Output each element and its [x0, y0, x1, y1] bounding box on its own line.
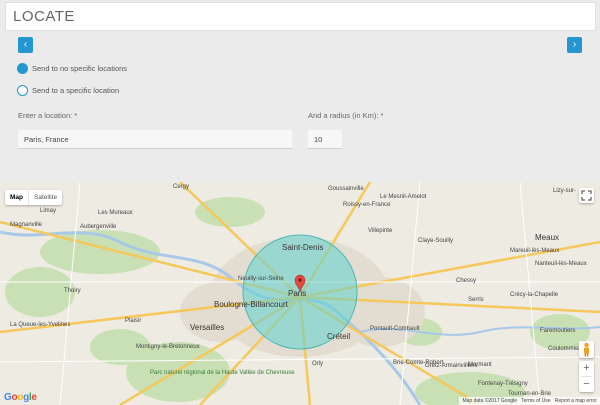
- zoom-out-button[interactable]: −: [579, 377, 594, 392]
- map-place-label: Les Mureaux: [98, 210, 133, 216]
- map-place-label: Boulogne-Billancourt: [214, 300, 288, 309]
- pegman-icon: [584, 342, 589, 357]
- map-place-label: Versailles: [190, 323, 225, 332]
- map-place-label: Pontault-Combault: [370, 326, 420, 332]
- google-logo: Google: [4, 392, 37, 403]
- map-place-label: Fontenay-Trésigny: [478, 381, 528, 387]
- radius-input[interactable]: 10: [308, 130, 342, 149]
- map-place-label: Roissy-en-France: [343, 202, 391, 208]
- map-place-label: Mormant: [468, 362, 492, 368]
- fullscreen-icon: [581, 190, 592, 201]
- map-place-label: Neuilly-sur-Seine: [238, 276, 284, 282]
- map-place-label: La Queue-les-Yvelines: [10, 322, 71, 328]
- radio-no-location-label: Send to no specific locations: [32, 64, 128, 73]
- map-place-label: Saint-Denis: [282, 243, 324, 252]
- location-input[interactable]: Paris, France: [18, 130, 292, 149]
- map-place-label: Plaisir: [125, 318, 142, 324]
- map-place-label: Faremoutiers: [540, 328, 576, 334]
- page-header: LOCATE: [5, 2, 596, 31]
- map-type-map-button[interactable]: Map: [5, 190, 28, 205]
- map-place-label: Thoiry: [64, 288, 81, 294]
- map-place-label: Nanteuil-lès-Meaux: [535, 261, 587, 267]
- map-place-label: Lizy-sur-: [553, 188, 577, 194]
- zoom-in-button[interactable]: +: [579, 361, 594, 376]
- map-place-label: Serris: [468, 297, 484, 303]
- map-place-label: Orly: [312, 361, 323, 367]
- map-place-label: Le Mesnil-Amelot: [380, 194, 427, 200]
- map-place-label: Chessy: [456, 278, 477, 284]
- park-label: Parc naturel régional de la Haute Vallée…: [150, 370, 295, 376]
- map-place-label: Magnanville: [10, 222, 43, 228]
- map-place-label: Mareuil-lès-Meaux: [510, 248, 560, 254]
- street-view-button[interactable]: [579, 341, 594, 358]
- next-button[interactable]: ›: [567, 37, 582, 53]
- map-data-attribution: Map data ©2017 Google: [462, 398, 518, 404]
- map-footer: Map data ©2017 Google Terms of Use Repor…: [459, 397, 600, 405]
- radius-label: And a radius (in Km): *: [308, 111, 384, 120]
- fullscreen-button[interactable]: [579, 188, 594, 203]
- map-place-label: Créteil: [327, 332, 351, 341]
- map-place-label: Meaux: [535, 233, 560, 242]
- map-place-label: Claye-Souilly: [418, 238, 454, 244]
- radio-specific-location-label: Send to a specific location: [32, 86, 120, 95]
- zoom-control: + −: [579, 361, 594, 392]
- location-label: Enter a location: *: [18, 111, 78, 120]
- map-type-control: Map Satellite: [5, 190, 63, 205]
- map-place-label: Paris: [288, 289, 307, 298]
- map-place-label: Limay: [40, 208, 57, 214]
- radio-no-location[interactable]: [17, 63, 28, 74]
- radio-specific-location[interactable]: [17, 85, 28, 96]
- page-title: LOCATE: [13, 8, 75, 25]
- terms-link[interactable]: Terms of Use: [521, 398, 550, 404]
- map-type-satellite-button[interactable]: Satellite: [28, 190, 62, 205]
- map-place-label: Villepinte: [368, 228, 393, 234]
- map-place-label: Aubergenville: [80, 224, 117, 230]
- map-place-label: Crécy-la-Chapelle: [510, 292, 559, 298]
- map-place-label: Cergy: [173, 184, 190, 190]
- prev-button[interactable]: ‹: [18, 37, 33, 53]
- report-error-link[interactable]: Report a map error: [555, 398, 597, 404]
- map-place-label: Goussainville: [328, 186, 364, 192]
- map-place-label: Montigny-le-Bretonneux: [136, 344, 200, 350]
